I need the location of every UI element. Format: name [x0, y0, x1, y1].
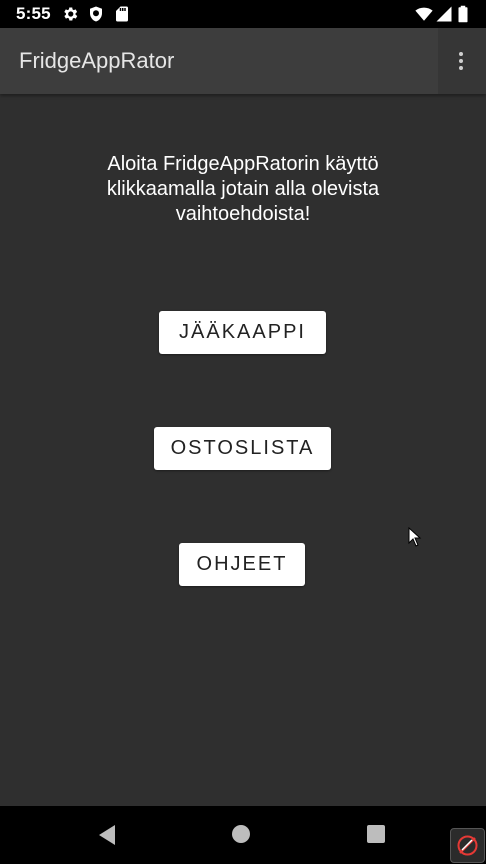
navigation-bar — [0, 806, 486, 864]
intro-text: Aloita FridgeAppRatorin käyttö klikkaama… — [106, 153, 380, 225]
app-title: FridgeAppRator — [19, 48, 175, 73]
back-icon[interactable] — [97, 824, 117, 846]
app-screen: 5:55 FridgeAppRator Aloita FridgeAppRato… — [0, 0, 486, 864]
status-time: 5:55 — [16, 4, 51, 23]
wifi-icon — [415, 7, 433, 21]
more-vert-icon — [458, 52, 464, 72]
app-bar: FridgeAppRator — [0, 28, 486, 94]
help-button[interactable]: OHJEET — [179, 543, 305, 586]
screen-record-icon[interactable] — [450, 828, 485, 863]
home-icon[interactable] — [232, 825, 250, 843]
status-bar: 5:55 — [0, 0, 486, 28]
recents-icon[interactable] — [367, 825, 385, 843]
overflow-menu-button[interactable] — [438, 28, 486, 94]
sd-card-icon — [116, 6, 128, 22]
gear-icon — [64, 7, 78, 21]
cell-signal-icon — [436, 6, 452, 22]
shopping-list-button[interactable]: OSTOSLISTA — [154, 427, 331, 470]
battery-icon — [458, 5, 468, 23]
fridge-button[interactable]: JÄÄKAAPPI — [159, 311, 326, 354]
shield-icon — [90, 6, 102, 22]
mouse-cursor-icon — [408, 527, 422, 547]
